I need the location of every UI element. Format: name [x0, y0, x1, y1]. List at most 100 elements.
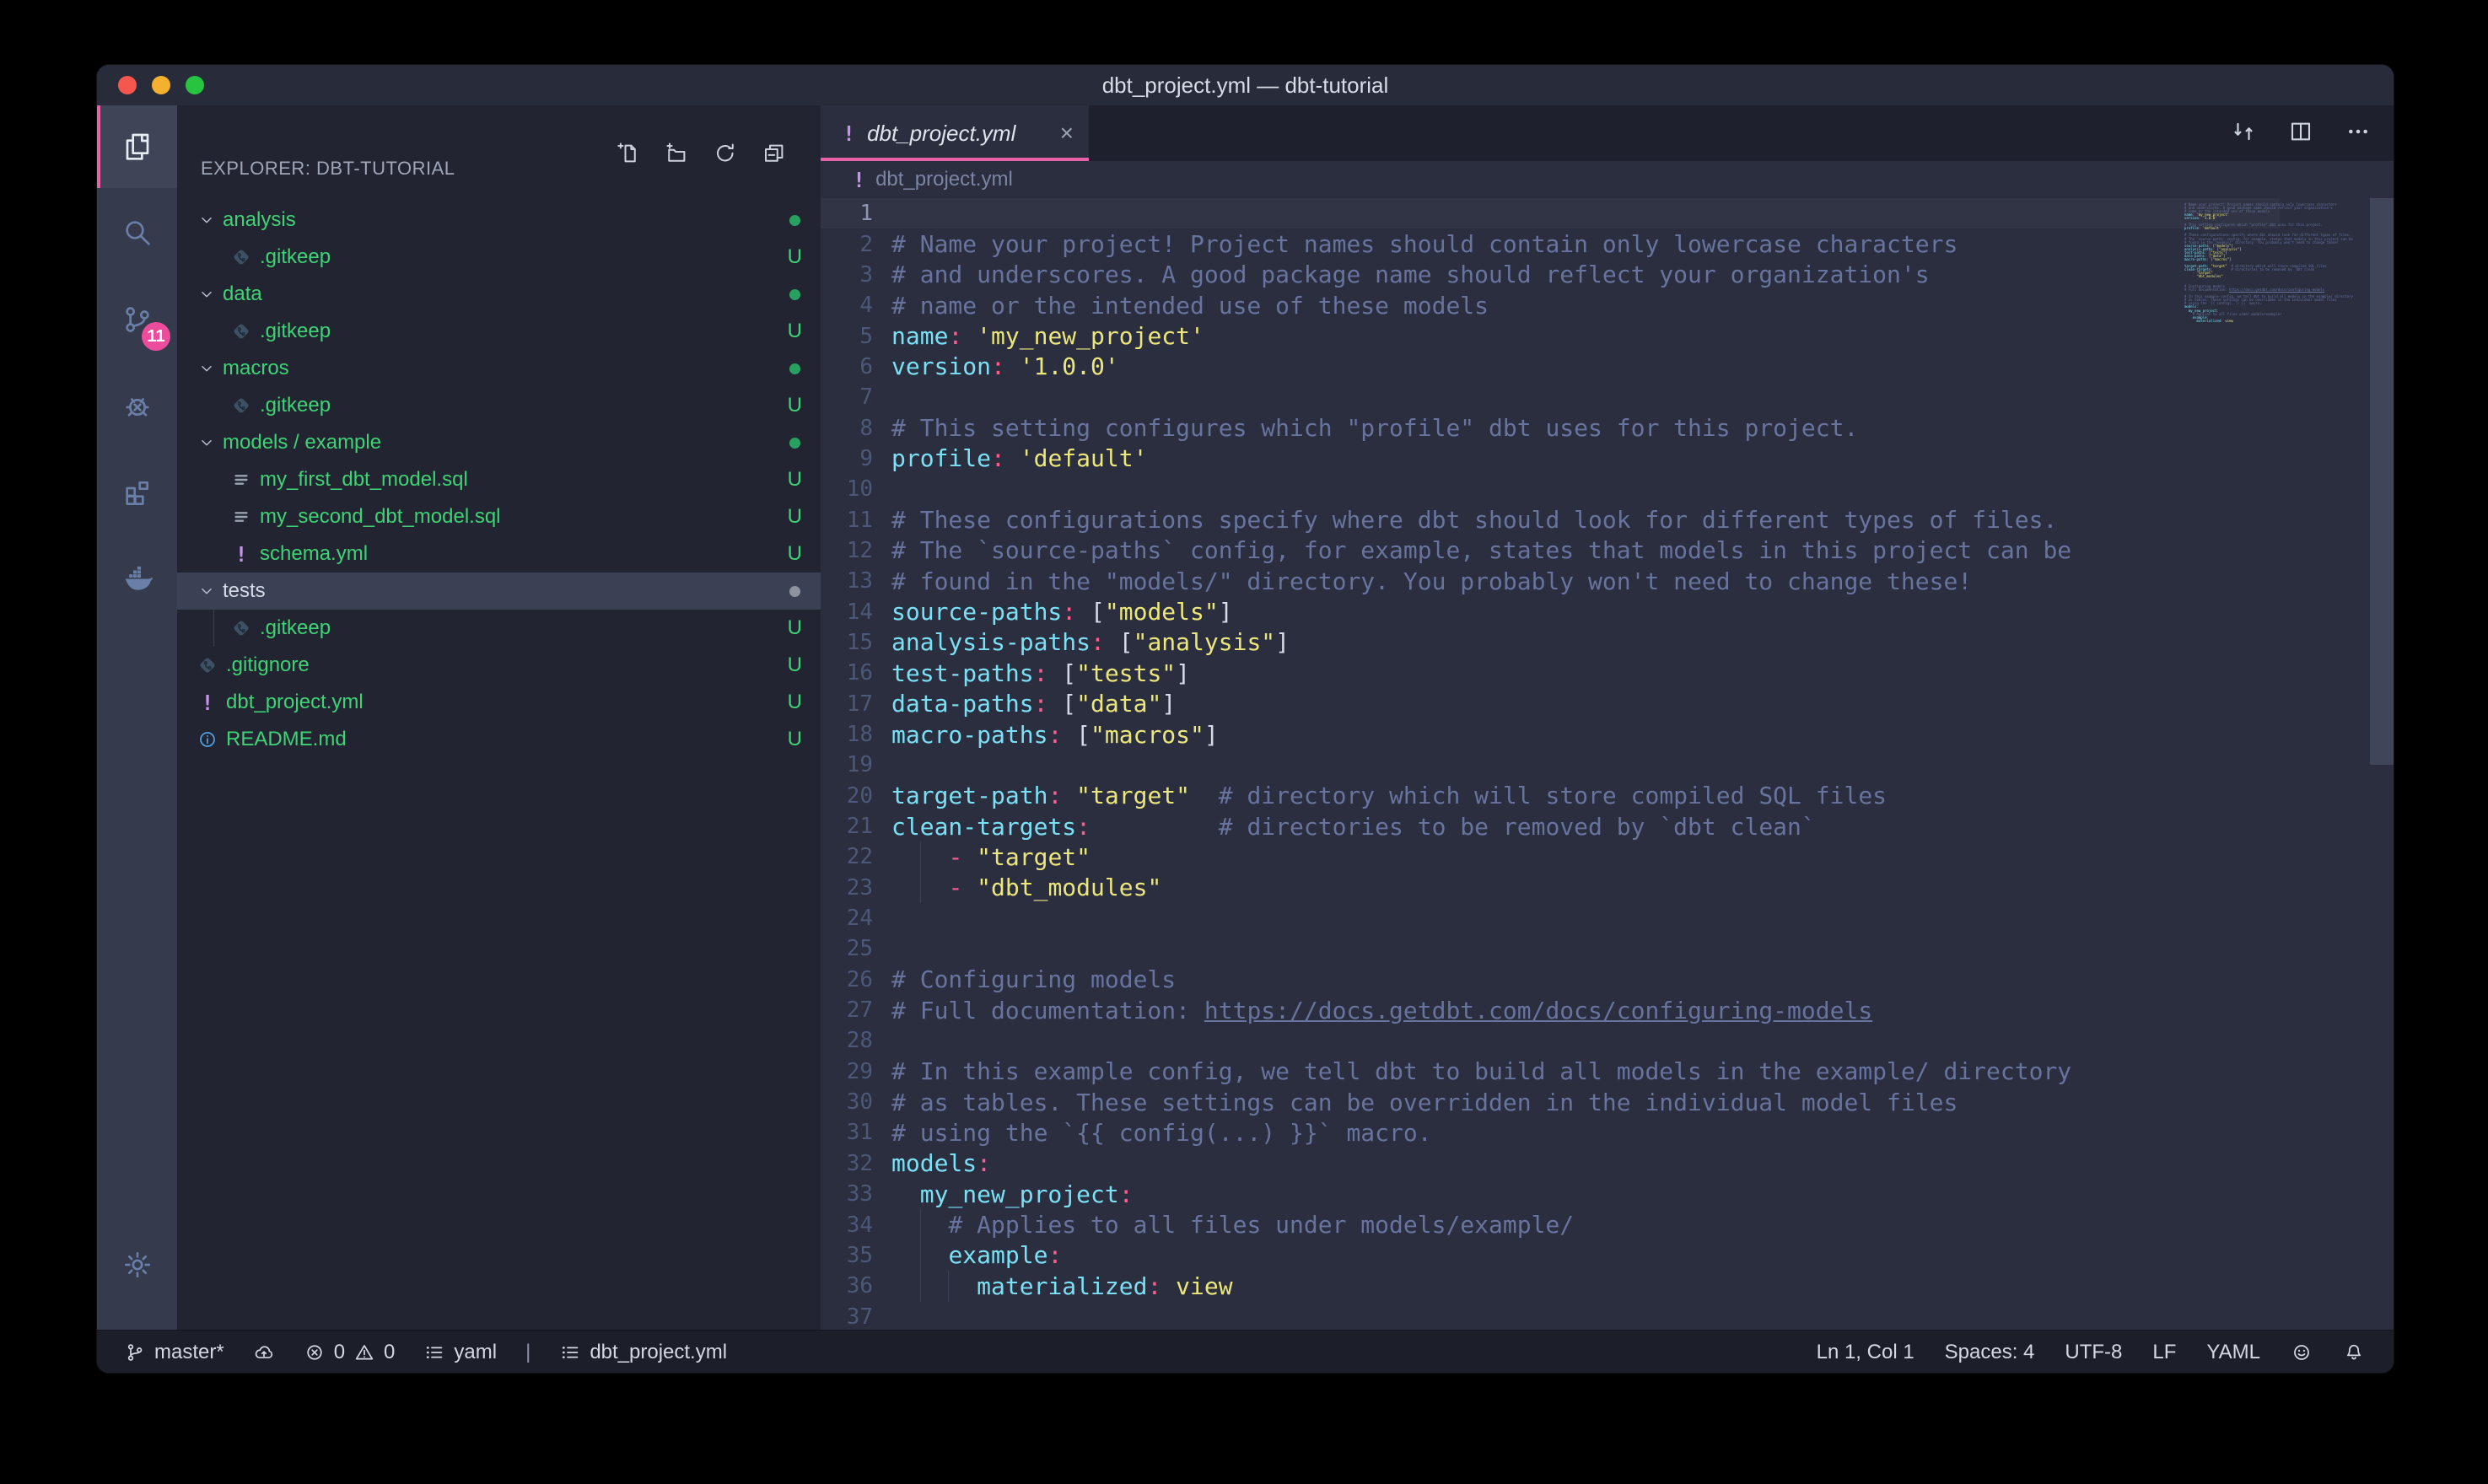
activity-item-settings[interactable]	[97, 1223, 177, 1306]
code-line-30: 30# as tables. These settings can be ove…	[821, 1087, 2280, 1117]
activity-item-explorer[interactable]	[97, 105, 177, 188]
status-encoding[interactable]: UTF-8	[2065, 1341, 2122, 1364]
scrollbar-thumb[interactable]	[2370, 198, 2394, 765]
git-modified-dot	[789, 363, 800, 374]
chevron-down-icon	[197, 582, 216, 600]
code-line-16: 16test-paths: ["tests"]	[821, 658, 2280, 688]
more-actions-button[interactable]	[2345, 118, 2372, 149]
close-tab-icon[interactable]: ×	[1060, 121, 1074, 145]
split-editor-button[interactable]	[2287, 118, 2314, 149]
tree-item--gitkeep[interactable]: .gitkeepU	[177, 239, 821, 276]
activity-item-extensions[interactable]	[97, 451, 177, 534]
git-untracked-badge: U	[788, 653, 802, 677]
list-selection-icon	[559, 1342, 581, 1363]
status-cursor-position[interactable]: Ln 1, Col 1	[1817, 1341, 1914, 1364]
git-untracked-badge: U	[788, 691, 802, 714]
activity-item-docker[interactable]	[97, 537, 177, 620]
line-number: 28	[821, 1028, 873, 1053]
indent-guide	[213, 610, 214, 647]
extensions-icon	[121, 476, 154, 509]
tree-item-label: .gitkeep	[260, 320, 331, 343]
tree-item-tests[interactable]: tests	[177, 573, 821, 610]
status-sync[interactable]	[253, 1342, 275, 1363]
git-modified-dot	[789, 289, 800, 300]
tree-item-dbt-project-yml[interactable]: !dbt_project.ymlU	[177, 684, 821, 721]
code-line-31: 31# using the `{{ config(...) }}` macro.	[821, 1117, 2280, 1148]
git-file-icon	[230, 320, 252, 342]
new-file-button[interactable]	[615, 141, 640, 166]
status-language-mode[interactable]: YAML	[2206, 1341, 2260, 1364]
activity-item-source-control[interactable]: 11	[97, 278, 177, 361]
line-number: 17	[821, 691, 873, 717]
status-eol[interactable]: LF	[2152, 1341, 2176, 1364]
editor-group[interactable]: ! dbt_project.yml × ! dbt_project.yml 12…	[821, 105, 2394, 1330]
code-line-8: 8# This setting configures which "profil…	[821, 412, 2280, 443]
line-number: 27	[821, 997, 873, 1023]
git-file-icon	[196, 654, 219, 676]
tab-bar: ! dbt_project.yml ×	[821, 105, 2394, 161]
tree-item--gitkeep[interactable]: .gitkeepU	[177, 610, 821, 647]
tree-item-data[interactable]: data	[177, 276, 821, 313]
status-feedback[interactable]	[2291, 1342, 2313, 1363]
status-notifications[interactable]	[2343, 1342, 2365, 1363]
tree-item-schema-yml[interactable]: !schema.ymlU	[177, 535, 821, 573]
git-file-icon	[197, 654, 218, 676]
code-line-5: 5name: 'my_new_project'	[821, 320, 2280, 351]
search-icon	[121, 216, 154, 250]
status-separator: |	[525, 1341, 530, 1364]
code-line-26: 26# Configuring models	[821, 965, 2280, 995]
line-number: 5	[821, 324, 873, 349]
minimap[interactable]: # Name your project! Project names shoul…	[2184, 200, 2366, 326]
status-outline-file[interactable]: dbt_project.yml	[559, 1341, 727, 1364]
tree-item-analysis[interactable]: analysis	[177, 202, 821, 239]
line-number: 9	[821, 446, 873, 471]
activity-item-debug[interactable]	[97, 364, 177, 447]
code-line-29: 29# In this example config, we tell dbt …	[821, 1057, 2280, 1087]
tree-item--gitignore[interactable]: .gitignoreU	[177, 647, 821, 684]
code-line-10: 10	[821, 474, 2280, 504]
tree-item--gitkeep[interactable]: .gitkeepU	[177, 387, 821, 424]
collapse-folders-button[interactable]	[762, 141, 787, 166]
yaml-file-icon: !	[853, 168, 865, 192]
code-line-2: 2# Name your project! Project names shou…	[821, 229, 2280, 259]
explorer-title: EXPLORER: DBT-TUTORIAL	[201, 158, 455, 180]
status-git-branch[interactable]: master*	[124, 1341, 224, 1364]
chevron-down-icon	[197, 211, 216, 229]
git-untracked-badge: U	[788, 394, 802, 417]
open-changes-icon	[2230, 118, 2257, 145]
new-file-icon	[615, 141, 640, 166]
code-line-7: 7	[821, 382, 2280, 412]
refresh-button[interactable]	[713, 141, 738, 166]
titlebar[interactable]: dbt_project.yml — dbt-tutorial	[97, 65, 2394, 106]
explorer-actions	[615, 141, 787, 166]
new-folder-icon	[664, 141, 689, 166]
yaml-file-icon: !	[843, 121, 855, 146]
tree-item-my-second-dbt-model-sql[interactable]: my_second_dbt_model.sqlU	[177, 498, 821, 535]
activity-item-search[interactable]	[97, 191, 177, 274]
code-line-35: 35 example:	[821, 1240, 2280, 1271]
editor-scrollbar[interactable]	[2370, 198, 2394, 1330]
code-area[interactable]: 12# Name your project! Project names sho…	[821, 198, 2280, 1332]
status-problems[interactable]: 00	[304, 1341, 396, 1364]
tree-item-readme-md[interactable]: README.mdU	[177, 721, 821, 758]
git-modified-dot	[789, 215, 800, 226]
tree-item--gitkeep[interactable]: .gitkeepU	[177, 313, 821, 350]
editor-actions	[2230, 105, 2372, 161]
tab-dbt-project-yml[interactable]: ! dbt_project.yml ×	[821, 105, 1089, 161]
tree-item-label: macros	[223, 357, 289, 380]
tree-item-macros[interactable]: macros	[177, 350, 821, 387]
open-changes-button[interactable]	[2230, 118, 2257, 149]
more-icon	[2345, 118, 2372, 145]
code-line-24: 24	[821, 903, 2280, 933]
status-linter-yaml[interactable]: yaml	[423, 1341, 497, 1364]
docker-icon	[121, 562, 154, 595]
tree-item-models-example[interactable]: models / example	[177, 424, 821, 461]
list-selection-icon	[423, 1342, 445, 1363]
new-folder-button[interactable]	[664, 141, 689, 166]
chevron-down-icon	[197, 211, 216, 229]
code-line-12: 12# The `source-paths` config, for examp…	[821, 535, 2280, 566]
tree-item-my-first-dbt-model-sql[interactable]: my_first_dbt_model.sqlU	[177, 461, 821, 498]
chevron-down-icon	[197, 285, 216, 304]
status-indentation[interactable]: Spaces: 4	[1945, 1341, 2035, 1364]
breadcrumb[interactable]: ! dbt_project.yml	[821, 161, 2394, 198]
